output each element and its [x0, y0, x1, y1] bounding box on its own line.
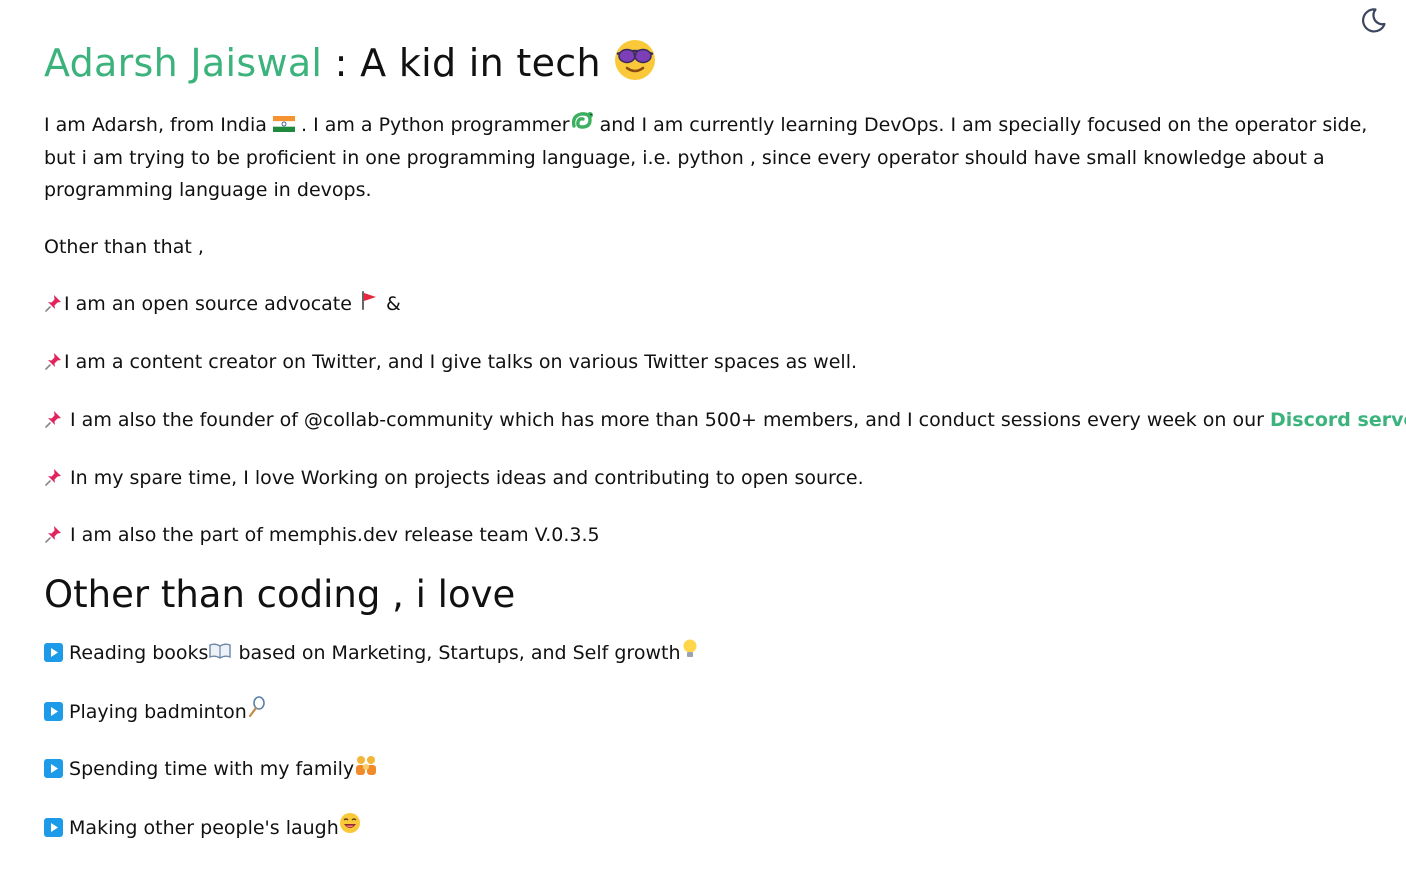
hobby-text: based on Marketing, Startups, and Self g… — [232, 642, 681, 664]
play-button-icon — [44, 815, 63, 837]
page-title: Adarsh Jaiswal : A kid in tech — [44, 0, 1380, 93]
light-bulb-icon — [680, 638, 700, 670]
pushpin-icon — [44, 349, 64, 370]
red-flag-icon — [358, 288, 380, 320]
fact-text: I am also the part of memphis.dev releas… — [64, 524, 600, 546]
pushpin-icon — [44, 465, 64, 486]
fact-content-creator: I am a content creator on Twitter, and I… — [44, 346, 1380, 378]
grinning-face-icon — [339, 812, 361, 844]
intro-text: . I am a Python programmer — [294, 114, 570, 136]
name-link[interactable]: Adarsh Jaiswal — [44, 41, 322, 85]
play-button-icon — [44, 756, 63, 778]
hobby-text: Reading books — [63, 642, 209, 664]
india-flag-icon — [272, 110, 296, 142]
hobby-laugh: Making other people's laugh — [44, 812, 1380, 845]
fact-memphis: I am also the part of memphis.dev releas… — [44, 519, 1380, 551]
profile-page: Adarsh Jaiswal : A kid in tech I am Adar… — [0, 0, 1406, 890]
fact-spare-time: In my spare time, I love Working on proj… — [44, 462, 1380, 494]
fact-text: & — [380, 292, 401, 315]
hobbies-heading: Other than coding , i love — [44, 573, 516, 616]
intro-text: I am Adarsh, from India — [44, 114, 273, 136]
hobby-badminton: Playing badminton — [44, 696, 1380, 729]
fact-text: I am an open source advocate — [64, 292, 358, 315]
badminton-icon — [247, 696, 267, 728]
moon-icon[interactable] — [1360, 6, 1388, 34]
family-icon — [354, 754, 378, 786]
fact-open-source: I am an open source advocate & — [44, 288, 1380, 321]
title-text: : A kid in tech — [322, 41, 614, 85]
intro-paragraph: I am Adarsh, from India . I am a Python … — [44, 109, 1380, 206]
smiling-face-with-sunglasses-icon — [613, 38, 657, 93]
fact-text: I am a content creator on Twitter, and I… — [64, 351, 858, 373]
hobby-text: Playing badminton — [63, 700, 247, 723]
fact-text: In my spare time, I love Working on proj… — [64, 467, 864, 489]
hobby-reading: Reading books based on Marketing, Startu… — [44, 637, 1380, 670]
discord-server-link[interactable]: Discord server — [1270, 409, 1406, 431]
hobby-text: Making other people's laugh — [63, 816, 339, 839]
pushpin-icon — [44, 522, 64, 543]
fact-founder: I am also the founder of @collab-communi… — [44, 404, 1406, 436]
fact-text: I am also the founder of @collab-communi… — [64, 409, 1271, 431]
snake-icon — [570, 110, 594, 142]
play-button-icon — [44, 699, 63, 721]
pushpin-icon — [44, 407, 64, 428]
pushpin-icon — [44, 291, 64, 312]
hobby-family: Spending time with my family — [44, 753, 1380, 786]
open-book-icon — [208, 638, 232, 670]
other-than-that-text: Other than that , — [44, 235, 204, 258]
hobby-text: Spending time with my family — [63, 758, 355, 780]
play-button-icon — [44, 640, 63, 662]
